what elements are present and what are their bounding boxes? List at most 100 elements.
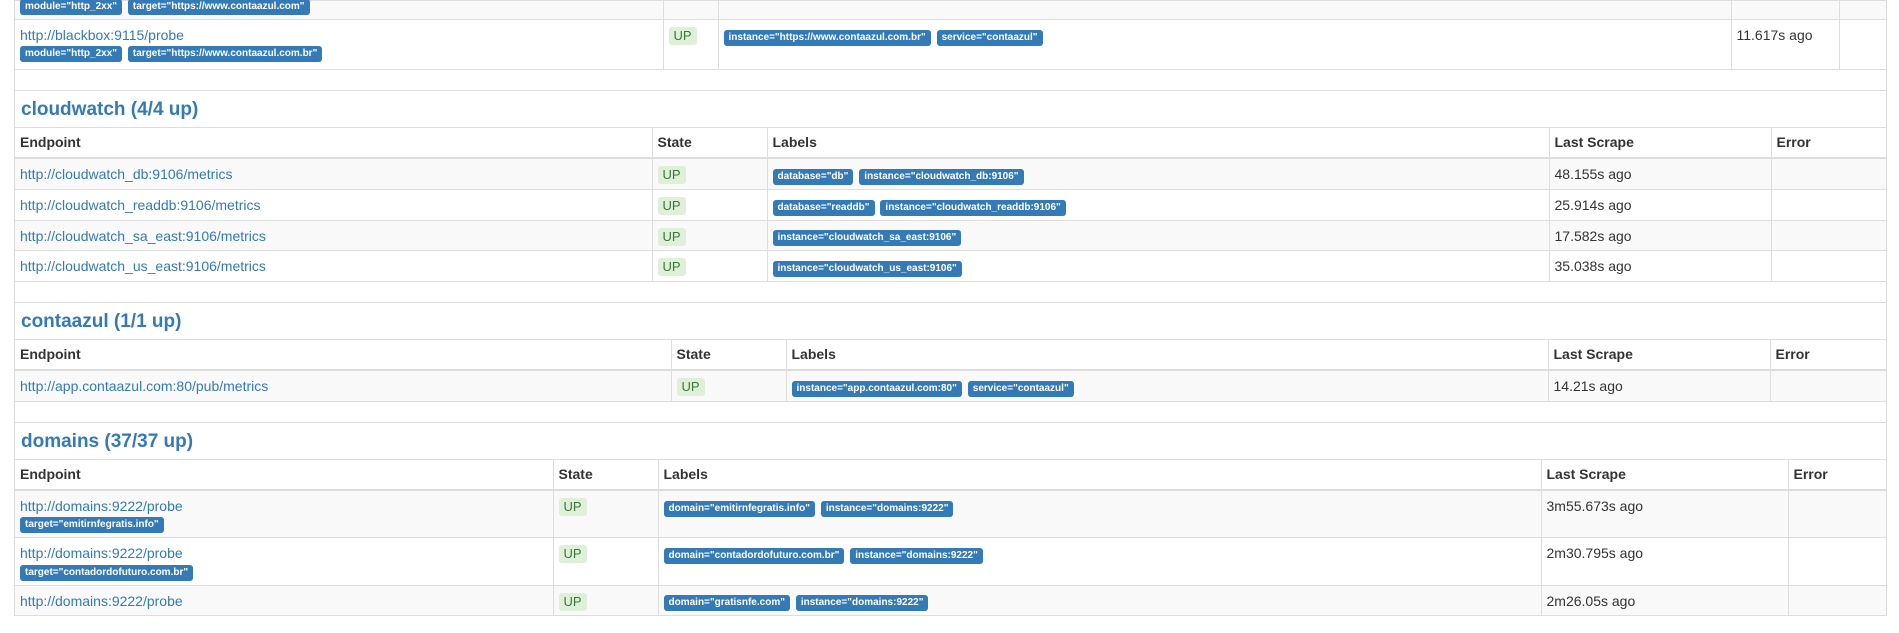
job-section-contaazul: contaazul (1/1 up) Endpoint State Labels… <box>14 302 1887 402</box>
column-header-state: State <box>552 458 659 491</box>
label-badge: database="readdb" <box>772 199 875 216</box>
endpoint-cell: http://blackbox:9115/probe module="http_… <box>15 19 664 70</box>
endpoint-cell: module="http_2xx" target="https://www.co… <box>15 0 664 20</box>
endpoint-link[interactable]: http://domains:9222/probe <box>20 545 183 561</box>
endpoint-link[interactable]: http://blackbox:9115/probe <box>20 27 184 43</box>
label-badge: instance="cloudwatch_sa_east:9106" <box>772 230 962 247</box>
labels-cell: database="db" instance="cloudwatch_db:91… <box>766 157 1550 190</box>
column-header-endpoint: Endpoint <box>15 127 653 159</box>
targets-table: Endpoint State Labels Last Scrape Error … <box>15 127 1886 283</box>
endpoint-cell: http://domains:9222/probe target="emitir… <box>15 489 554 539</box>
table-header-row: Endpoint State Labels Last Scrape Error <box>15 339 1886 372</box>
label-badge: target="https://www.contaazul.com.br" <box>127 46 323 63</box>
endpoint-cell: http://cloudwatch_readdb:9106/metrics <box>15 188 653 221</box>
job-title-link[interactable]: contaazul (1/1 up) <box>21 311 181 332</box>
column-header-endpoint: Endpoint <box>15 339 672 372</box>
error-cell <box>1770 250 1886 283</box>
status-badge: UP <box>558 497 587 516</box>
column-header-labels: Labels <box>657 458 1542 491</box>
labels-cell: domain="gratisnfe.com" instance="domains… <box>657 584 1542 617</box>
last-scrape-cell: 3m55.673s ago <box>1540 489 1789 539</box>
last-scrape-cell: 48.155s ago <box>1548 157 1772 190</box>
last-scrape-cell: 14.21s ago <box>1547 369 1771 402</box>
label-badge: instance="app.contaazul.com:80" <box>791 380 962 397</box>
targets-page: module="http_2xx" target="https://www.co… <box>14 0 1887 617</box>
last-scrape-cell: 2m30.795s ago <box>1540 537 1789 586</box>
section-gap <box>14 282 1887 303</box>
job-title-link[interactable]: domains (37/37 up) <box>21 431 193 452</box>
table-row: http://cloudwatch_db:9106/metrics UP dat… <box>15 157 1886 190</box>
state-cell: UP <box>552 537 659 586</box>
column-header-last-scrape: Last Scrape <box>1548 127 1772 159</box>
column-header-last-scrape: Last Scrape <box>1540 458 1789 491</box>
endpoint-cell: http://domains:9222/probe <box>15 584 554 617</box>
state-cell: UP <box>651 188 768 221</box>
table-row: http://domains:9222/probe target="emitir… <box>15 489 1886 539</box>
table-row: http://cloudwatch_readdb:9106/metrics UP… <box>15 188 1886 221</box>
status-badge: UP <box>558 545 587 564</box>
endpoint-cell: http://cloudwatch_db:9106/metrics <box>15 157 653 190</box>
table-row: http://domains:9222/probe target="contad… <box>15 537 1886 586</box>
table-header-row: Endpoint State Labels Last Scrape Error <box>15 127 1886 159</box>
last-scrape-cell: 25.914s ago <box>1548 188 1772 221</box>
section-gap <box>14 401 1887 422</box>
label-badge: instance="cloudwatch_readdb:9106" <box>880 199 1066 216</box>
label-badge: domain="contadordofuturo.com.br" <box>663 548 845 565</box>
job-title-link[interactable]: cloudwatch (4/4 up) <box>21 99 198 120</box>
table-row: http://cloudwatch_sa_east:9106/metrics U… <box>15 219 1886 252</box>
label-badge: module="http_2xx" <box>20 46 123 63</box>
status-badge: UP <box>657 258 686 277</box>
last-scrape-cell <box>1730 0 1840 20</box>
endpoint-link[interactable]: http://cloudwatch_sa_east:9106/metrics <box>20 228 266 244</box>
job-title[interactable]: contaazul (1/1 up) <box>15 303 1886 339</box>
state-cell: UP <box>552 489 659 539</box>
last-scrape-cell: 17.582s ago <box>1548 219 1772 252</box>
column-header-error: Error <box>1787 458 1886 491</box>
endpoint-link[interactable]: http://app.contaazul.com:80/pub/metrics <box>20 378 268 394</box>
status-badge: UP <box>668 27 697 45</box>
label-badge: instance="domains:9222" <box>795 595 929 612</box>
column-header-state: State <box>651 127 768 159</box>
error-cell <box>1770 188 1886 221</box>
state-cell <box>662 0 719 20</box>
endpoint-cell: http://cloudwatch_sa_east:9106/metrics <box>15 219 653 252</box>
label-badge: domain="gratisnfe.com" <box>663 595 790 612</box>
endpoint-cell: http://app.contaazul.com:80/pub/metrics <box>15 369 672 402</box>
column-header-last-scrape: Last Scrape <box>1547 339 1771 372</box>
label-badge: target="emitirnfegratis.info" <box>20 517 164 534</box>
state-cell: UP <box>651 219 768 252</box>
error-cell <box>1838 19 1886 70</box>
column-header-error: Error <box>1770 127 1886 159</box>
label-badge: instance="https://www.contaazul.com.br" <box>723 29 931 46</box>
job-title[interactable]: domains (37/37 up) <box>15 423 1886 459</box>
labels-cell: database="readdb" instance="cloudwatch_r… <box>766 188 1550 221</box>
state-cell: UP <box>651 157 768 190</box>
endpoint-link[interactable]: http://domains:9222/probe <box>20 498 183 514</box>
state-cell: UP <box>670 369 787 402</box>
endpoint-link[interactable]: http://cloudwatch_readdb:9106/metrics <box>20 197 260 213</box>
column-header-labels: Labels <box>766 127 1550 159</box>
state-cell: UP <box>552 584 659 617</box>
targets-table: Endpoint State Labels Last Scrape Error … <box>15 458 1886 617</box>
endpoint-link[interactable]: http://domains:9222/probe <box>20 593 183 609</box>
column-header-endpoint: Endpoint <box>15 458 554 491</box>
labels-cell: instance="app.contaazul.com:80" service=… <box>785 369 1549 402</box>
table-row: http://cloudwatch_us_east:9106/metrics U… <box>15 250 1886 283</box>
error-cell <box>1838 0 1886 20</box>
endpoint-cell: http://cloudwatch_us_east:9106/metrics <box>15 250 653 283</box>
error-cell <box>1787 584 1886 617</box>
table-row: module="http_2xx" target="https://www.co… <box>15 0 1886 20</box>
targets-table: module="http_2xx" target="https://www.co… <box>15 0 1886 70</box>
status-badge: UP <box>657 166 686 184</box>
error-cell <box>1787 537 1886 586</box>
endpoint-link[interactable]: http://cloudwatch_us_east:9106/metrics <box>20 258 266 274</box>
labels-cell: instance="https://www.contaazul.com.br" … <box>717 19 1732 70</box>
status-badge: UP <box>657 196 686 215</box>
table-row: http://app.contaazul.com:80/pub/metrics … <box>15 369 1886 402</box>
endpoint-link[interactable]: http://cloudwatch_db:9106/metrics <box>20 166 232 182</box>
status-badge: UP <box>676 378 705 397</box>
error-cell <box>1770 157 1886 190</box>
job-title[interactable]: cloudwatch (4/4 up) <box>15 91 1886 127</box>
status-badge: UP <box>558 592 587 611</box>
label-badge: service="contaazul" <box>967 380 1074 397</box>
